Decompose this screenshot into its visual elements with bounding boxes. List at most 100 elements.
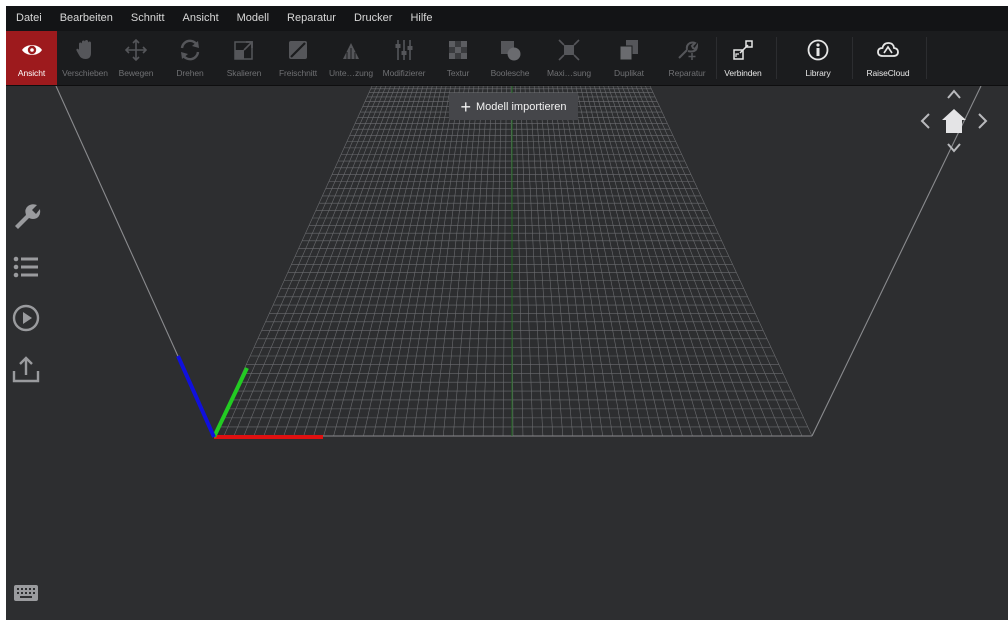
grid-line-vertical — [557, 86, 613, 437]
grid-line-vertical — [538, 86, 574, 437]
grid-line-vertical — [640, 86, 793, 437]
maximize-tool-button[interactable]: Maxi…sung — [542, 31, 596, 85]
maximize-tool-label: Maxi…sung — [547, 68, 591, 78]
library-label: Library — [805, 68, 831, 78]
scale-tool-button[interactable]: Skalieren — [220, 31, 268, 85]
menu-drucker[interactable]: Drucker — [345, 6, 402, 31]
build-plate-grid — [213, 86, 813, 437]
repair-tool-button[interactable]: Reparatur — [660, 31, 714, 85]
scale-icon — [234, 41, 253, 60]
grid-line-vertical — [552, 86, 603, 437]
list-icon[interactable] — [11, 252, 41, 282]
grid-line-vertical — [566, 86, 633, 437]
grid-line-vertical — [442, 86, 479, 437]
texture-tool-button[interactable]: Textur — [436, 31, 480, 85]
menu-reparatur[interactable]: Reparatur — [278, 6, 345, 31]
toolbar: Ansicht Verschieben Bewegen Drehen Skali… — [6, 31, 1008, 86]
grid-line-vertical — [575, 86, 653, 437]
boolean-tool-label: Boolesche — [490, 68, 530, 78]
duplicate-icon — [619, 40, 638, 61]
3d-viewport[interactable] — [6, 86, 1008, 620]
import-model-button[interactable]: + Modell importieren — [449, 93, 578, 120]
pan-tool-button[interactable]: Verschieben — [58, 31, 112, 85]
export-icon[interactable] — [11, 354, 41, 384]
menu-schnitt[interactable]: Schnitt — [122, 6, 174, 31]
menu-datei[interactable]: Datei — [6, 6, 51, 31]
raisecloud-button[interactable]: RaiseCloud — [858, 31, 918, 85]
duplicate-tool-button[interactable]: Duplikat — [606, 31, 652, 85]
maximize-icon — [558, 39, 580, 61]
play-icon[interactable] — [11, 303, 41, 333]
sliders-icon — [395, 40, 413, 60]
repair-tool-label: Reparatur — [668, 68, 706, 78]
grid-line-vertical — [413, 86, 465, 437]
move-tool-label: Bewegen — [118, 68, 154, 78]
duplicate-tool-label: Duplikat — [614, 68, 644, 78]
import-model-label: Modell importieren — [476, 100, 567, 113]
rotate-tool-button[interactable]: Drehen — [170, 31, 210, 85]
grid-line-vertical — [283, 86, 405, 437]
grid-line-vertical — [403, 86, 461, 437]
keyboard-icon[interactable] — [13, 583, 39, 603]
menu-ansicht[interactable]: Ansicht — [174, 6, 228, 31]
rotate-icon — [180, 39, 200, 61]
toolbar-separator — [776, 37, 777, 79]
library-button[interactable]: Library — [792, 31, 844, 85]
grid-line-vertical — [482, 86, 498, 437]
camera-navigation — [918, 88, 990, 156]
menu-hilfe[interactable]: Hilfe — [401, 6, 441, 31]
grid-line-vertical — [233, 86, 382, 437]
grid-line-vertical — [631, 86, 773, 437]
grid-line-vertical — [649, 86, 813, 437]
info-icon — [807, 39, 829, 61]
menu-modell[interactable]: Modell — [228, 6, 278, 31]
grid-line-vertical — [594, 86, 693, 437]
texture-tool-label: Textur — [446, 68, 470, 78]
grid-line-vertical — [533, 86, 564, 437]
grid-line-vertical — [223, 86, 377, 437]
rotate-tool-label: Drehen — [176, 68, 204, 78]
cloud-icon — [877, 42, 899, 57]
view-tool-label: Ansicht — [17, 68, 46, 78]
grid-line-vertical — [524, 86, 544, 437]
move-arrows-icon — [124, 38, 148, 62]
modifier-tool-label: Modifizierer — [382, 68, 426, 78]
raisecloud-label: RaiseCloud — [866, 68, 910, 78]
grid-line-vertical — [452, 86, 484, 437]
chevron-down-icon[interactable] — [946, 142, 962, 154]
grid-line-vertical — [561, 86, 623, 437]
connect-tool-label: Verbinden — [724, 68, 762, 78]
scale-tool-label: Skalieren — [226, 68, 262, 78]
chevron-left-icon[interactable] — [918, 112, 932, 130]
view-tool-button[interactable]: Ansicht — [6, 31, 57, 85]
z-axis — [176, 355, 216, 438]
grid-line-vertical — [462, 86, 489, 437]
support-icon — [343, 43, 359, 59]
home-icon[interactable] — [940, 108, 968, 134]
grid-line-vertical — [621, 86, 753, 437]
grid-line-vertical — [612, 86, 733, 437]
grid-line-vertical — [502, 86, 507, 437]
grid-line-vertical — [472, 86, 493, 437]
boolean-tool-button[interactable]: Boolesche — [484, 31, 536, 85]
modifier-tool-button[interactable]: Modifizierer — [378, 31, 430, 85]
menu-bearbeiten[interactable]: Bearbeiten — [51, 6, 122, 31]
connect-tool-button[interactable]: Verbinden — [718, 31, 768, 85]
boolean-icon — [501, 41, 521, 61]
grid-line-vertical — [253, 86, 391, 437]
chevron-up-icon[interactable] — [946, 88, 962, 100]
support-tool-button[interactable]: Unte…zung — [324, 31, 378, 85]
freecut-tool-label: Freischnitt — [278, 68, 318, 78]
grid-line-vertical — [626, 86, 763, 437]
pan-tool-label: Verschieben — [62, 68, 108, 78]
move-tool-button[interactable]: Bewegen — [114, 31, 158, 85]
toolbar-separator — [926, 37, 927, 79]
wrench-icon[interactable] — [11, 200, 41, 230]
grid-line-vertical — [432, 86, 475, 437]
chevron-right-icon[interactable] — [976, 112, 990, 130]
grid-line-vertical — [570, 86, 643, 437]
menu-bar: Datei Bearbeiten Schnitt Ansicht Modell … — [6, 6, 1008, 31]
grid-line-vertical — [608, 86, 723, 437]
toolbar-separator — [716, 37, 717, 79]
freecut-tool-button[interactable]: Freischnitt — [272, 31, 324, 85]
